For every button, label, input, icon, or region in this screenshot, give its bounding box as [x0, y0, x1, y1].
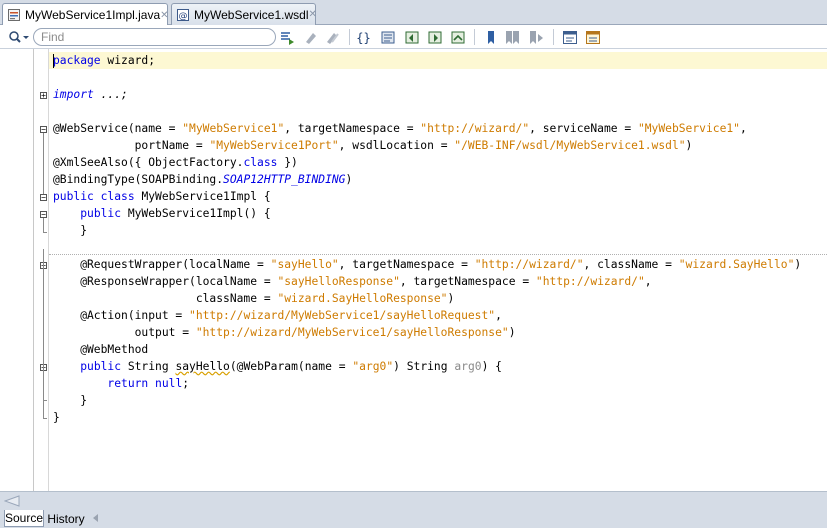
collapse-fold-icon[interactable]: − [40, 126, 47, 134]
fold-guide [43, 249, 44, 419]
toggle-highlight-icon[interactable]: {} [355, 29, 372, 45]
editor-toolbar: {} [0, 25, 827, 49]
code-line: } [53, 394, 88, 407]
next-bookmark-icon[interactable] [528, 29, 545, 45]
code-line: @Action(input = "http://wizard/MyWebServ… [53, 309, 502, 322]
code-line: @BindingType(SOAPBinding.SOAP12HTTP_BIND… [53, 173, 353, 186]
scroll-left-icon[interactable] [3, 495, 20, 507]
previous-bookmark-icon[interactable] [504, 29, 521, 45]
code-line: className = "wizard.SayHelloResponse") [53, 292, 455, 305]
fold-guide [43, 133, 44, 195]
code-line: @XmlSeeAlso({ ObjectFactory.class }) [53, 156, 298, 169]
triangle-left-icon[interactable] [90, 512, 100, 524]
tab-history[interactable]: History [45, 510, 87, 527]
code-line: public MyWebService1Impl() { [80, 207, 271, 220]
code-line: public class MyWebService1Impl { [53, 190, 271, 203]
search-input[interactable] [33, 28, 276, 46]
collapse-fold-icon[interactable]: − [40, 194, 47, 202]
find-all-icon[interactable] [449, 29, 466, 45]
toolbar-separator [349, 29, 350, 45]
close-tab-icon[interactable]: ✕ [160, 10, 168, 21]
fold-end-marker [43, 418, 47, 419]
code-line: package wizard; [53, 54, 156, 67]
code-line: portName = "MyWebService1Port", wsdlLoca… [53, 139, 693, 152]
code-line: @WebService(name = "MyWebService1", targ… [53, 122, 747, 135]
fold-end-marker [43, 232, 47, 233]
tab-source[interactable]: Source [4, 510, 44, 527]
current-line-highlight [49, 52, 827, 69]
tab-label: MyWebService1.wsdl [194, 7, 309, 22]
code-line: } [53, 224, 88, 237]
editor-tab-bar: MyWebService1Impl.java ✕ @ MyWebService1… [0, 0, 827, 26]
search-icon[interactable] [8, 28, 32, 46]
code-line: @RequestWrapper(localName = "sayHello", … [53, 258, 802, 271]
shift-right-icon[interactable] [584, 29, 601, 45]
toolbar-separator [474, 29, 475, 45]
gutter-divider [33, 49, 34, 491]
svg-text:{}: {} [356, 31, 370, 45]
line-gutter [0, 49, 33, 491]
toggle-bookmark-icon[interactable] [482, 29, 499, 45]
last-edit-icon[interactable] [278, 29, 295, 45]
expand-fold-icon[interactable]: + [40, 92, 47, 100]
shift-left-icon[interactable] [561, 29, 578, 45]
find-previous-icon[interactable] [403, 29, 420, 45]
toolbar-separator [553, 29, 554, 45]
code-line: output = "http://wizard/MyWebService1/sa… [53, 326, 516, 339]
quick-search [8, 28, 276, 46]
code-line: public String sayHello(@WebParam(name = … [80, 360, 502, 373]
previous-occurrence-icon[interactable] [302, 29, 319, 45]
code-line: @ResponseWrapper(localName = "sayHelloRe… [53, 275, 652, 288]
tab-mywebservice1-wsdl[interactable]: @ MyWebService1.wsdl ✕ [171, 3, 317, 25]
tab-label: MyWebService1Impl.java [25, 8, 161, 22]
code-editor[interactable]: + − − − − − package wizard; import ...; … [0, 49, 827, 491]
editor-bottom-bar: Source History [0, 491, 827, 528]
next-occurrence-icon[interactable] [324, 29, 341, 45]
collapse-fold-icon[interactable]: − [40, 211, 47, 219]
code-line: return null; [107, 377, 190, 390]
find-selection-icon[interactable] [379, 29, 396, 45]
close-tab-icon[interactable]: ✕ [308, 9, 316, 20]
svg-text:@: @ [179, 11, 188, 21]
java-file-icon [7, 8, 21, 22]
tab-mywebservice1impl-java[interactable]: MyWebService1Impl.java ✕ [2, 3, 169, 26]
code-line: @WebMethod [53, 343, 149, 356]
code-line: } [53, 411, 60, 424]
text-caret [53, 54, 54, 68]
wsdl-file-icon: @ [176, 8, 190, 22]
find-next-icon[interactable] [426, 29, 443, 45]
fold-guide [43, 218, 44, 232]
method-separator [49, 254, 827, 255]
code-line: import ...; [53, 88, 128, 101]
fold-margin-divider [48, 49, 49, 491]
